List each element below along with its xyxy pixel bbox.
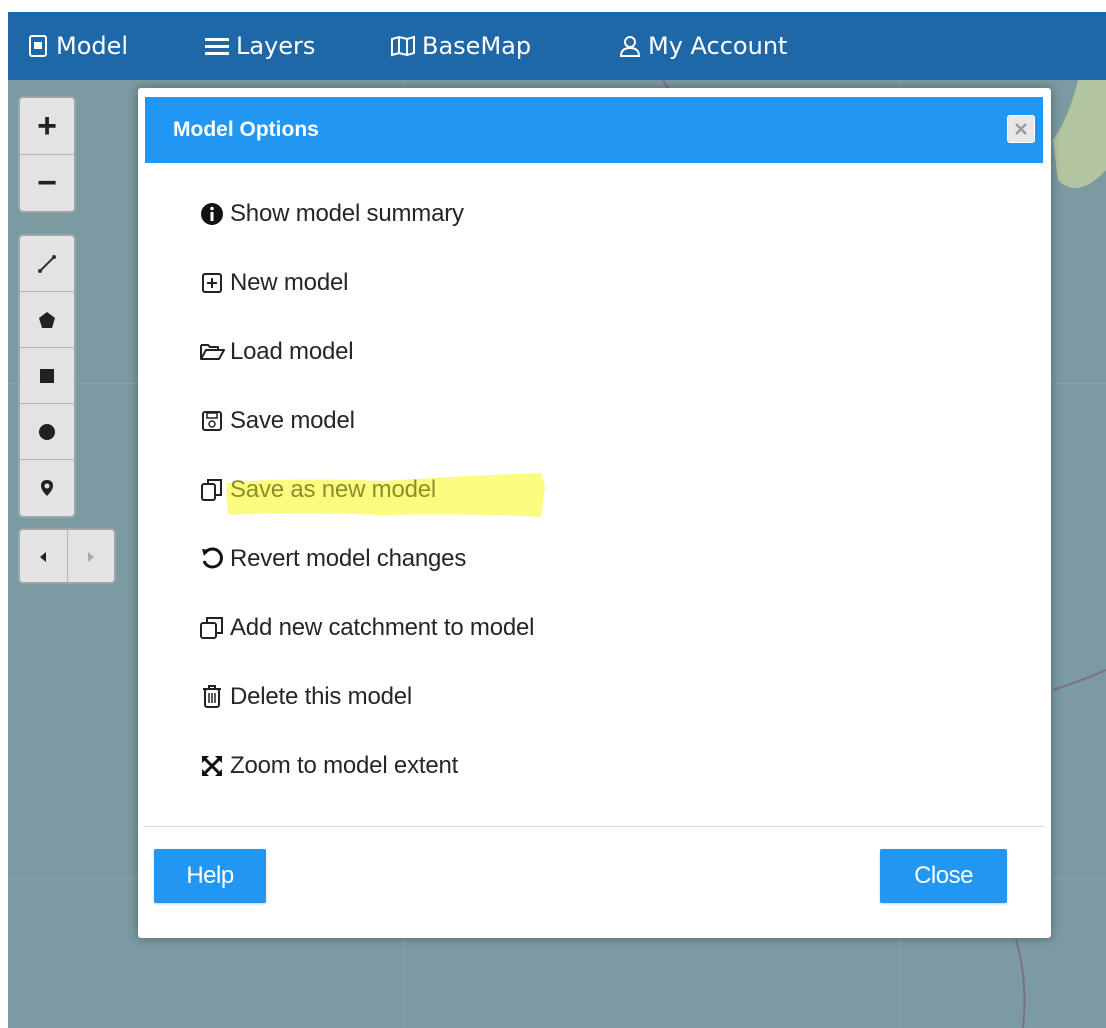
menu-item-label: Delete this model	[230, 682, 413, 710]
draw-marker-icon	[41, 480, 53, 496]
menu-item-label: Load model	[230, 337, 354, 365]
history-control	[18, 528, 116, 584]
draw-polyline-button[interactable]	[20, 236, 74, 292]
menu-item-label: Save as new model	[230, 475, 437, 503]
history-back-icon	[40, 552, 47, 562]
menu-item-label: New model	[230, 268, 349, 296]
nav-my-account[interactable]: My Account	[618, 12, 787, 80]
draw-polygon-icon	[39, 311, 55, 328]
history-forward-button[interactable]	[68, 530, 115, 582]
map-icon	[391, 35, 415, 57]
copy-icon	[198, 476, 226, 504]
save-icon	[198, 407, 226, 435]
draw-polyline-icon	[38, 254, 56, 273]
menu-item-load-model[interactable]: Load model	[198, 317, 534, 386]
history-back-button[interactable]	[20, 530, 68, 582]
draw-circle-icon	[39, 423, 55, 440]
menu-item-label: Zoom to model extent	[230, 751, 459, 779]
dialog-title: Model Options	[173, 118, 319, 141]
dialog-header: Model Options	[145, 97, 1043, 163]
dialog-close-x-button[interactable]	[1007, 115, 1035, 143]
draw-circle-button[interactable]	[20, 404, 74, 460]
nav-model[interactable]: Model	[28, 12, 128, 80]
nav-my-account-label: My Account	[648, 32, 788, 60]
nav-layers-label: Layers	[236, 32, 316, 60]
zoom-out-button[interactable]: −	[20, 155, 74, 211]
menu-item-label: Add new catchment to model	[230, 613, 535, 641]
undo-icon	[198, 545, 226, 573]
hamburger-icon	[205, 38, 229, 55]
menu-item-label: Save model	[230, 406, 355, 434]
draw-marker-button[interactable]	[20, 460, 74, 516]
nav-basemap[interactable]: BaseMap	[390, 12, 531, 80]
plus-square-icon	[198, 269, 226, 297]
dialog-divider	[143, 826, 1044, 827]
user-icon	[619, 36, 641, 57]
zoom-control: + −	[18, 96, 76, 213]
help-button[interactable]: Help	[154, 849, 266, 903]
top-navbar: Model Layers BaseMap My Account	[8, 12, 1106, 80]
model-options-menu: Show model summary New model Load model …	[198, 179, 535, 800]
trash-icon	[198, 683, 226, 711]
menu-item-label: Show model summary	[230, 199, 464, 227]
menu-item-save-as-new-model[interactable]: Save as new model	[198, 455, 534, 524]
clone-icon	[198, 614, 226, 642]
menu-item-delete-model[interactable]: Delete this model	[198, 662, 534, 731]
document-icon	[29, 35, 47, 57]
menu-item-show-summary[interactable]: Show model summary	[198, 179, 534, 248]
draw-toolbar	[18, 234, 76, 518]
nav-basemap-label: BaseMap	[422, 32, 532, 60]
close-icon	[1015, 123, 1027, 135]
menu-item-zoom-extent[interactable]: Zoom to model extent	[198, 731, 534, 800]
nav-model-label: Model	[56, 32, 129, 60]
menu-item-new-model[interactable]: New model	[198, 248, 534, 317]
history-forward-icon	[87, 552, 94, 562]
nav-layers[interactable]: Layers	[204, 12, 315, 80]
close-button[interactable]: Close	[880, 849, 1007, 903]
menu-item-add-catchment[interactable]: Add new catchment to model	[198, 593, 535, 662]
draw-polygon-button[interactable]	[20, 292, 74, 348]
menu-item-revert-changes[interactable]: Revert model changes	[198, 524, 534, 593]
menu-item-label: Revert model changes	[230, 544, 467, 572]
folder-open-icon	[198, 338, 226, 366]
expand-icon	[198, 752, 226, 780]
draw-rectangle-button[interactable]	[20, 348, 74, 404]
info-icon	[198, 200, 226, 228]
menu-item-save-model[interactable]: Save model	[198, 386, 534, 455]
model-options-dialog: Model Options Show model summary New mod…	[138, 88, 1051, 938]
draw-rectangle-icon	[40, 368, 54, 383]
zoom-in-button[interactable]: +	[20, 98, 74, 155]
